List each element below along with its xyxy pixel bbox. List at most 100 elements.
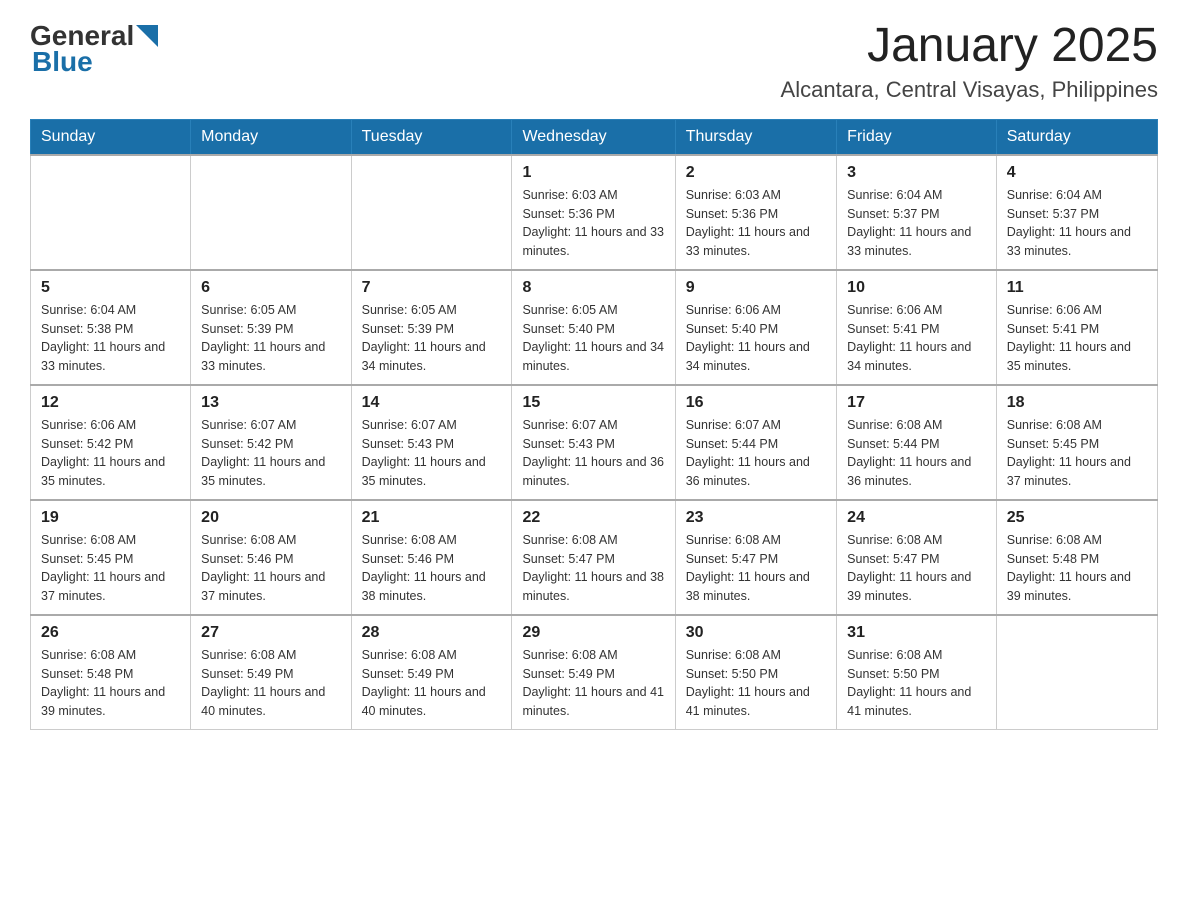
- calendar-cell: 30 Sunrise: 6:08 AMSunset: 5:50 PMDayligh…: [675, 615, 836, 730]
- calendar-week-row: 26 Sunrise: 6:08 AMSunset: 5:48 PMDayligh…: [31, 615, 1158, 730]
- calendar-cell: [351, 155, 512, 270]
- day-number: 29: [522, 624, 664, 642]
- calendar-week-row: 12 Sunrise: 6:06 AMSunset: 5:42 PMDayligh…: [31, 385, 1158, 500]
- day-number: 16: [686, 394, 826, 412]
- logo-icon: [136, 25, 158, 47]
- day-info: Sunrise: 6:08 AMSunset: 5:47 PMDaylight:…: [686, 531, 826, 606]
- day-info: Sunrise: 6:08 AMSunset: 5:48 PMDaylight:…: [1007, 531, 1147, 606]
- calendar-cell: 27Sunrise: 6:08 AMSunset: 5:49 PMDayligh…: [191, 615, 351, 730]
- calendar-body: 1 Sunrise: 6:03 AMSunset: 5:36 PMDaylight…: [31, 155, 1158, 730]
- calendar-week-row: 1 Sunrise: 6:03 AMSunset: 5:36 PMDaylight…: [31, 155, 1158, 270]
- logo-blue: Blue: [32, 46, 93, 78]
- day-info: Sunrise: 6:07 AMSunset: 5:43 PMDaylight:…: [362, 416, 502, 491]
- day-of-week-header: Tuesday: [351, 119, 512, 155]
- day-number: 19: [41, 509, 180, 527]
- day-number: 20: [201, 509, 340, 527]
- day-info: Sunrise: 6:08 AMSunset: 5:49 PMDaylight:…: [362, 646, 502, 721]
- calendar-cell: 29 Sunrise: 6:08 AMSunset: 5:49 PMDayligh…: [512, 615, 675, 730]
- day-info: Sunrise: 6:08 AMSunset: 5:45 PMDaylight:…: [41, 531, 180, 606]
- day-info: Sunrise: 6:06 AMSunset: 5:41 PMDaylight:…: [847, 301, 986, 376]
- day-of-week-header: Monday: [191, 119, 351, 155]
- day-info: Sunrise: 6:07 AMSunset: 5:44 PMDaylight:…: [686, 416, 826, 491]
- day-info: Sunrise: 6:08 AMSunset: 5:45 PMDaylight:…: [1007, 416, 1147, 491]
- calendar-cell: 22 Sunrise: 6:08 AMSunset: 5:47 PMDayligh…: [512, 500, 675, 615]
- day-info: Sunrise: 6:07 AMSunset: 5:43 PMDaylight:…: [522, 416, 664, 491]
- calendar-cell: 12 Sunrise: 6:06 AMSunset: 5:42 PMDayligh…: [31, 385, 191, 500]
- calendar-cell: 13Sunrise: 6:07 AMSunset: 5:42 PMDayligh…: [191, 385, 351, 500]
- calendar-cell: 25 Sunrise: 6:08 AMSunset: 5:48 PMDayligh…: [996, 500, 1157, 615]
- calendar-cell: 28Sunrise: 6:08 AMSunset: 5:49 PMDayligh…: [351, 615, 512, 730]
- calendar-cell: 6Sunrise: 6:05 AMSunset: 5:39 PMDaylight…: [191, 270, 351, 385]
- calendar-table: SundayMondayTuesdayWednesdayThursdayFrid…: [30, 119, 1158, 730]
- day-info: Sunrise: 6:08 AMSunset: 5:49 PMDaylight:…: [522, 646, 664, 721]
- day-info: Sunrise: 6:04 AMSunset: 5:38 PMDaylight:…: [41, 301, 180, 376]
- calendar-cell: 14 Sunrise: 6:07 AMSunset: 5:43 PMDayligh…: [351, 385, 512, 500]
- calendar-cell: 7 Sunrise: 6:05 AMSunset: 5:39 PMDaylight…: [351, 270, 512, 385]
- day-info: Sunrise: 6:06 AMSunset: 5:40 PMDaylight:…: [686, 301, 826, 376]
- day-info: Sunrise: 6:05 AMSunset: 5:39 PMDaylight:…: [201, 301, 340, 376]
- calendar-cell: 24 Sunrise: 6:08 AMSunset: 5:47 PMDayligh…: [837, 500, 997, 615]
- day-of-week-header: Thursday: [675, 119, 836, 155]
- day-number: 31: [847, 624, 986, 642]
- calendar-cell: 26 Sunrise: 6:08 AMSunset: 5:48 PMDayligh…: [31, 615, 191, 730]
- calendar-week-row: 19 Sunrise: 6:08 AMSunset: 5:45 PMDayligh…: [31, 500, 1158, 615]
- page-header: General Blue January 2025 Alcantara, Cen…: [30, 20, 1158, 103]
- day-of-week-header: Friday: [837, 119, 997, 155]
- title-section: January 2025 Alcantara, Central Visayas,…: [781, 20, 1158, 103]
- day-number: 4: [1007, 164, 1147, 182]
- day-number: 8: [522, 279, 664, 297]
- day-info: Sunrise: 6:05 AMSunset: 5:40 PMDaylight:…: [522, 301, 664, 376]
- calendar-cell: [191, 155, 351, 270]
- calendar-cell: 23 Sunrise: 6:08 AMSunset: 5:47 PMDayligh…: [675, 500, 836, 615]
- calendar-cell: 9Sunrise: 6:06 AMSunset: 5:40 PMDaylight…: [675, 270, 836, 385]
- day-number: 24: [847, 509, 986, 527]
- day-number: 17: [847, 394, 986, 412]
- day-number: 12: [41, 394, 180, 412]
- day-of-week-header: Wednesday: [512, 119, 675, 155]
- day-number: 2: [686, 164, 826, 182]
- day-info: Sunrise: 6:04 AMSunset: 5:37 PMDaylight:…: [1007, 186, 1147, 261]
- day-number: 10: [847, 279, 986, 297]
- day-number: 7: [362, 279, 502, 297]
- calendar-cell: 5 Sunrise: 6:04 AMSunset: 5:38 PMDaylight…: [31, 270, 191, 385]
- day-number: 22: [522, 509, 664, 527]
- day-number: 30: [686, 624, 826, 642]
- day-info: Sunrise: 6:08 AMSunset: 5:46 PMDaylight:…: [362, 531, 502, 606]
- day-number: 5: [41, 279, 180, 297]
- calendar-cell: 10 Sunrise: 6:06 AMSunset: 5:41 PMDayligh…: [837, 270, 997, 385]
- day-info: Sunrise: 6:08 AMSunset: 5:49 PMDaylight:…: [201, 646, 340, 721]
- calendar-cell: 18 Sunrise: 6:08 AMSunset: 5:45 PMDayligh…: [996, 385, 1157, 500]
- day-header-row: SundayMondayTuesdayWednesdayThursdayFrid…: [31, 119, 1158, 155]
- day-info: Sunrise: 6:08 AMSunset: 5:47 PMDaylight:…: [847, 531, 986, 606]
- calendar-cell: 16 Sunrise: 6:07 AMSunset: 5:44 PMDayligh…: [675, 385, 836, 500]
- day-info: Sunrise: 6:08 AMSunset: 5:50 PMDaylight:…: [847, 646, 986, 721]
- day-info: Sunrise: 6:08 AMSunset: 5:46 PMDaylight:…: [201, 531, 340, 606]
- day-number: 25: [1007, 509, 1147, 527]
- day-number: 14: [362, 394, 502, 412]
- calendar-cell: 20 Sunrise: 6:08 AMSunset: 5:46 PMDayligh…: [191, 500, 351, 615]
- calendar-cell: [996, 615, 1157, 730]
- calendar-cell: 8 Sunrise: 6:05 AMSunset: 5:40 PMDaylight…: [512, 270, 675, 385]
- day-number: 21: [362, 509, 502, 527]
- day-of-week-header: Saturday: [996, 119, 1157, 155]
- day-number: 18: [1007, 394, 1147, 412]
- day-info: Sunrise: 6:08 AMSunset: 5:50 PMDaylight:…: [686, 646, 826, 721]
- calendar-cell: [31, 155, 191, 270]
- day-number: 26: [41, 624, 180, 642]
- day-info: Sunrise: 6:08 AMSunset: 5:44 PMDaylight:…: [847, 416, 986, 491]
- day-info: Sunrise: 6:06 AMSunset: 5:42 PMDaylight:…: [41, 416, 180, 491]
- day-info: Sunrise: 6:08 AMSunset: 5:48 PMDaylight:…: [41, 646, 180, 721]
- day-info: Sunrise: 6:06 AMSunset: 5:41 PMDaylight:…: [1007, 301, 1147, 376]
- day-number: 3: [847, 164, 986, 182]
- day-info: Sunrise: 6:08 AMSunset: 5:47 PMDaylight:…: [522, 531, 664, 606]
- calendar-cell: 19 Sunrise: 6:08 AMSunset: 5:45 PMDayligh…: [31, 500, 191, 615]
- day-number: 1: [522, 164, 664, 182]
- day-number: 23: [686, 509, 826, 527]
- day-info: Sunrise: 6:05 AMSunset: 5:39 PMDaylight:…: [362, 301, 502, 376]
- calendar-cell: 31 Sunrise: 6:08 AMSunset: 5:50 PMDayligh…: [837, 615, 997, 730]
- calendar-cell: 2Sunrise: 6:03 AMSunset: 5:36 PMDaylight…: [675, 155, 836, 270]
- day-info: Sunrise: 6:03 AMSunset: 5:36 PMDaylight:…: [522, 186, 664, 261]
- day-of-week-header: Sunday: [31, 119, 191, 155]
- location-title: Alcantara, Central Visayas, Philippines: [781, 77, 1158, 103]
- calendar-cell: 17 Sunrise: 6:08 AMSunset: 5:44 PMDayligh…: [837, 385, 997, 500]
